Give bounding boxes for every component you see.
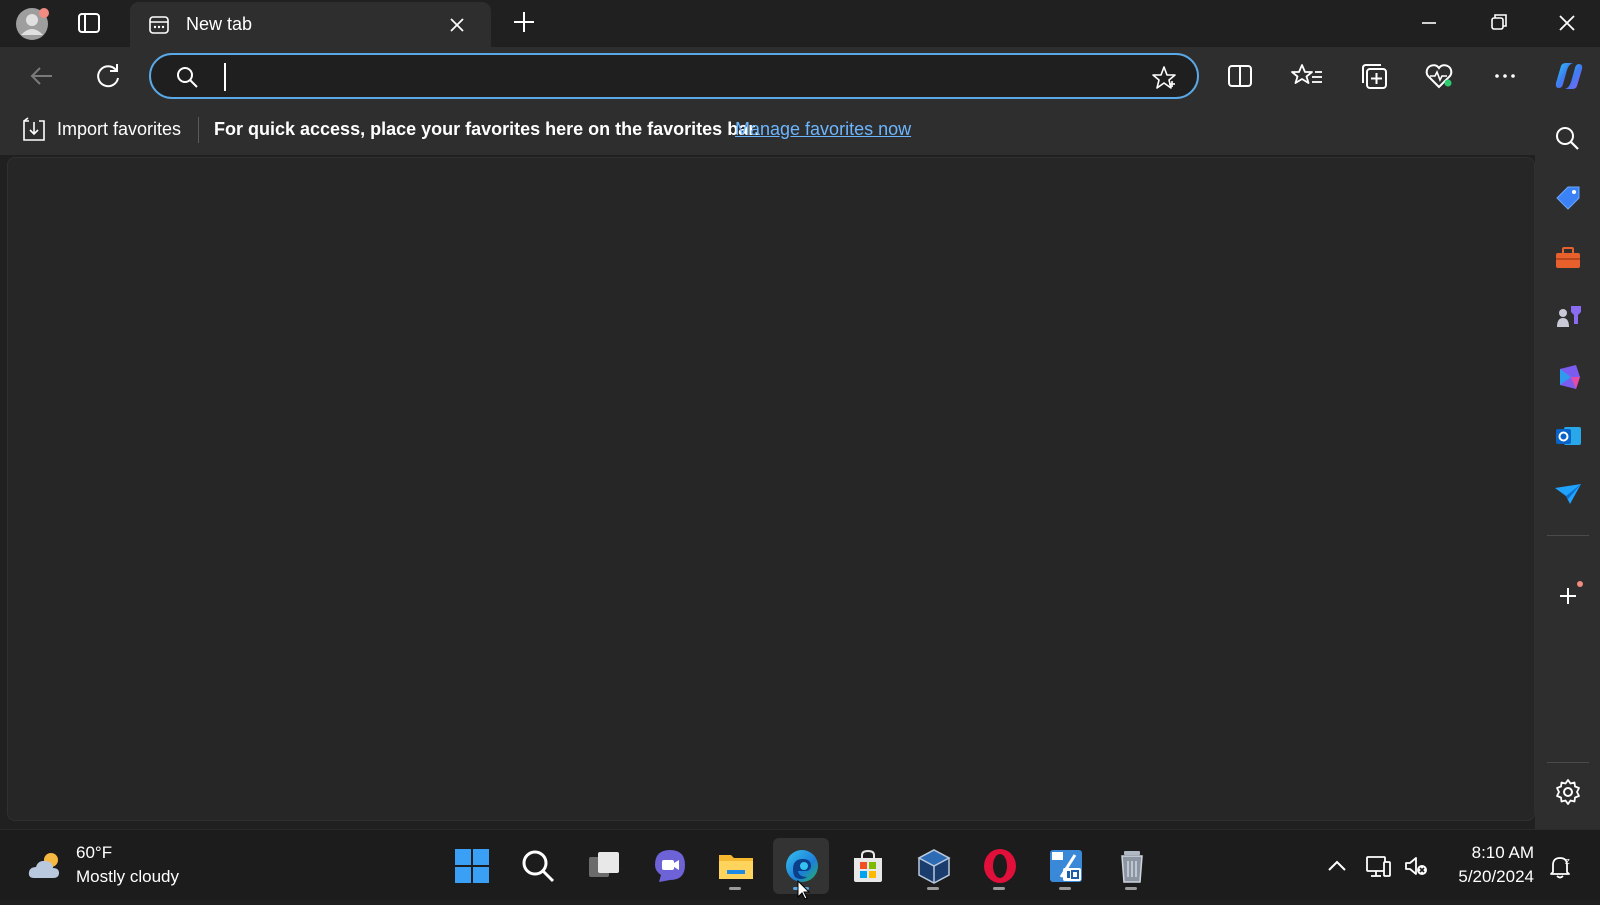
running-indicator: [729, 887, 741, 890]
drop-icon[interactable]: [1551, 477, 1585, 511]
running-indicator: [993, 887, 1005, 890]
more-options-icon[interactable]: [1487, 58, 1523, 94]
tab-new-tab[interactable]: New tab: [130, 2, 491, 47]
favorites-bar: Import favorites For quick access, place…: [0, 105, 1535, 155]
toolbar: [0, 47, 1600, 105]
mouse-cursor-icon: [797, 879, 813, 900]
recycle-bin-app-icon[interactable]: [1103, 838, 1159, 894]
sidebar: [1535, 105, 1600, 829]
manage-favorites-link[interactable]: Manage favorites now: [735, 119, 911, 140]
taskbar-search-icon[interactable]: [509, 838, 565, 894]
search-icon: [175, 65, 199, 89]
chevron-up-icon[interactable]: [1323, 852, 1351, 880]
close-window-button[interactable]: [1547, 6, 1587, 40]
profile-avatar[interactable]: [14, 6, 50, 42]
teams-icon[interactable]: [641, 838, 697, 894]
weather-cloudy-icon[interactable]: [26, 848, 66, 884]
import-favorites-button[interactable]: Import favorites: [57, 119, 181, 140]
notifications-icon[interactable]: z: [1546, 852, 1574, 880]
clock-time[interactable]: 8:10 AM: [1472, 843, 1534, 863]
tab-title: New tab: [186, 14, 253, 34]
settings-icon[interactable]: [1551, 775, 1585, 809]
outlook-icon[interactable]: [1551, 419, 1585, 453]
file-explorer-icon[interactable]: [707, 838, 763, 894]
text-caret: [224, 63, 226, 91]
running-indicator: [927, 887, 939, 890]
title-bar: New tab: [0, 0, 1600, 47]
favorites-icon[interactable]: [1289, 58, 1325, 94]
address-input[interactable]: [223, 63, 1123, 91]
new-tab-button[interactable]: [510, 8, 538, 36]
m365-icon[interactable]: [1551, 360, 1585, 394]
weather-description[interactable]: Mostly cloudy: [76, 867, 179, 887]
add-icon[interactable]: [1551, 579, 1585, 613]
back-button[interactable]: [24, 58, 60, 94]
volume-muted-icon[interactable]: [1402, 852, 1430, 880]
clock-date[interactable]: 5/20/2024: [1458, 867, 1534, 887]
microsoft-store-icon[interactable]: [839, 838, 895, 894]
opera-icon[interactable]: [971, 838, 1027, 894]
collections-icon[interactable]: [1356, 58, 1392, 94]
address-bar[interactable]: [149, 53, 1199, 99]
browser-essentials-icon[interactable]: [1421, 58, 1457, 94]
network-icon[interactable]: [1364, 852, 1392, 880]
divider: [198, 117, 199, 143]
copilot-icon[interactable]: [1549, 56, 1589, 96]
shopping-tag-icon[interactable]: [1551, 181, 1585, 215]
games-icon[interactable]: [1551, 300, 1585, 334]
refresh-button[interactable]: [90, 58, 126, 94]
favorite-star-icon[interactable]: [1151, 65, 1177, 91]
running-indicator: [1059, 887, 1071, 890]
close-tab-icon[interactable]: [446, 14, 468, 36]
weather-temperature[interactable]: 60°F: [76, 843, 112, 863]
minimize-button[interactable]: [1409, 6, 1449, 40]
svg-text:z: z: [1565, 857, 1570, 867]
start-button[interactable]: [443, 838, 499, 894]
favorites-bar-message: For quick access, place your favorites h…: [214, 119, 760, 139]
sidebar-divider: [1547, 762, 1589, 763]
import-icon[interactable]: [20, 116, 48, 144]
tab-actions-icon[interactable]: [74, 8, 104, 38]
tools-icon[interactable]: [1551, 241, 1585, 275]
search-icon[interactable]: [1551, 122, 1585, 156]
sidebar-divider: [1547, 535, 1589, 536]
page-content: [7, 157, 1535, 821]
restore-button[interactable]: [1478, 6, 1518, 40]
task-view-icon[interactable]: [575, 838, 631, 894]
virtualbox-icon[interactable]: [905, 838, 961, 894]
windows-10-app-icon[interactable]: [1037, 838, 1093, 894]
new-tab-icon: [148, 14, 170, 36]
running-indicator: [1125, 887, 1137, 890]
split-screen-icon[interactable]: [1222, 58, 1258, 94]
